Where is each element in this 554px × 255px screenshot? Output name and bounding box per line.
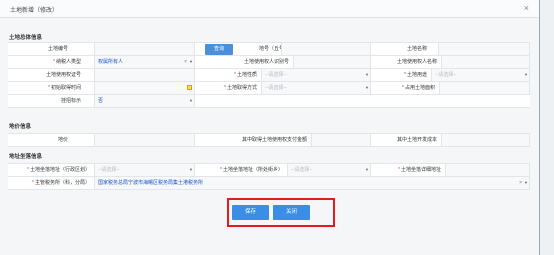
acquire-time-label: *初始取得时间 — [48, 85, 81, 91]
land-price-input[interactable] — [94, 134, 195, 146]
paid-amount-label: 其中取得土地使用权支付金额 — [241, 137, 307, 143]
dialog-title: 土地新增（修改） — [10, 8, 59, 14]
paid-amount-input[interactable] — [311, 134, 371, 146]
acquire-method-select[interactable]: --请选择-- ▼ — [261, 82, 371, 94]
land-location-grid: *土地坐落地址（行政区划） --请选择-- ▼ *土地坐落地址（所处街乡） --请… — [8, 163, 530, 190]
form-row: 挂招标示 否 ▼ — [8, 95, 530, 108]
section-land-price: 地价信息 — [9, 124, 32, 130]
land-price-label: 地价 — [57, 137, 68, 143]
land-no-input[interactable] — [94, 43, 195, 55]
land-price-grid: 地价 其中取得土地使用权支付金额 其中土地开发成本 — [8, 133, 530, 147]
clear-icon: × — [519, 180, 522, 186]
nature-select[interactable]: --请选择-- ▼ — [261, 69, 371, 81]
area-input[interactable] — [439, 82, 530, 94]
clear-icon: × — [184, 59, 187, 65]
street-select[interactable]: --请选择-- ▼ — [287, 164, 371, 176]
chevron-down-icon: ▼ — [365, 167, 369, 172]
form-row: 土地使用权证号 *土地性质 --请选择-- ▼ *土地用途 --请选择-- ▼ — [8, 69, 530, 82]
form-row: *主管税务所（科，分局） 国家税务总局宁波市海曙区税务局集士港税务所 × ▼ — [8, 177, 530, 190]
chevron-down-icon: ▼ — [365, 85, 369, 90]
addr-select[interactable]: --请选择-- ▼ — [94, 164, 195, 176]
user-id-input[interactable] — [293, 56, 371, 68]
form-row: *纳税人类型 权属所有人 × ▼ 土地使用权人识别号 土地使用权人名称 — [8, 56, 530, 69]
land-no-label: 土地编号 — [47, 46, 68, 52]
chevron-down-icon: ▼ — [524, 72, 528, 77]
chevron-down-icon: ▼ — [189, 98, 193, 103]
calendar-icon[interactable] — [187, 85, 192, 90]
form-row: *初始取得时间 *土地取得方式 --请选择-- ▼ *占用土地面积 — [8, 82, 530, 95]
tax-office-label: *主管税务所（科，分局） — [32, 180, 90, 186]
section-land-location: 地址坐落信息 — [9, 154, 43, 160]
user-name-input[interactable] — [441, 56, 530, 68]
save-button[interactable]: 保存 — [232, 205, 269, 220]
detail-addr-input[interactable] — [445, 164, 530, 176]
detail-addr-label: *土地坐落详细地址 — [398, 167, 441, 173]
form-row: 土地编号 查询 地号（丘号） 土地名称 — [8, 43, 530, 56]
cert-input[interactable] — [94, 69, 195, 81]
land-basic-grid: 土地编号 查询 地号（丘号） 土地名称 *纳税人类型 权属所有人 × ▼ 土地使用权… — [8, 42, 530, 108]
close-icon[interactable]: × — [524, 3, 529, 13]
land-name-label: 土地名称 — [406, 46, 427, 52]
chevron-down-icon: ▼ — [365, 72, 369, 77]
close-button[interactable]: 关闭 — [273, 205, 310, 220]
background-panel — [540, 0, 554, 255]
usage-label: *土地用途 — [404, 72, 427, 78]
user-name-label: 土地使用权人名称 — [396, 59, 437, 65]
tax-office-select[interactable]: 国家税务总局宁波市海曙区税务局集士港税务所 × ▼ — [94, 177, 530, 189]
form-row: 地价 其中取得土地使用权支付金额 其中土地开发成本 — [8, 134, 530, 147]
land-edit-dialog: 土地新增（修改） × 土地总体信息 土地编号 查询 地号（丘号） 土地名称 *纳… — [0, 0, 540, 255]
acquire-time-input[interactable] — [94, 82, 195, 94]
taxpayer-type-label: *纳税人类型 — [53, 59, 81, 65]
street-label: *土地坐落地址（所处街乡） — [220, 167, 283, 173]
bid-label: 挂招标示 — [60, 98, 81, 104]
land-name-input[interactable] — [438, 43, 530, 55]
user-id-label: 土地使用权人识别号 — [243, 59, 289, 65]
cert-label: 土地使用权证号 — [45, 72, 81, 78]
section-land-basic: 土地总体信息 — [9, 35, 43, 41]
query-button[interactable]: 查询 — [205, 44, 233, 55]
taxpayer-type-select[interactable]: 权属所有人 × ▼ — [94, 56, 195, 68]
dev-cost-input[interactable] — [441, 134, 530, 146]
form-row: *土地坐落地址（行政区划） --请选择-- ▼ *土地坐落地址（所处街乡） --请… — [8, 164, 530, 177]
chevron-down-icon: ▼ — [189, 167, 193, 172]
addr-label: *土地坐落地址（行政区划） — [27, 167, 90, 173]
chevron-down-icon: ▼ — [189, 59, 193, 64]
parcel-no-input[interactable] — [281, 43, 371, 55]
usage-select[interactable]: --请选择-- ▼ — [431, 69, 530, 81]
chevron-down-icon: ▼ — [524, 180, 528, 185]
bid-select[interactable]: 否 ▼ — [94, 95, 195, 107]
dialog-titlebar: 土地新增（修改） × — [0, 0, 539, 18]
area-label: *占用土地面积 — [402, 85, 435, 91]
dev-cost-label: 其中土地开发成本 — [396, 137, 437, 143]
acquire-method-label: *土地取得方式 — [224, 85, 257, 91]
nature-label: *土地性质 — [234, 72, 257, 78]
